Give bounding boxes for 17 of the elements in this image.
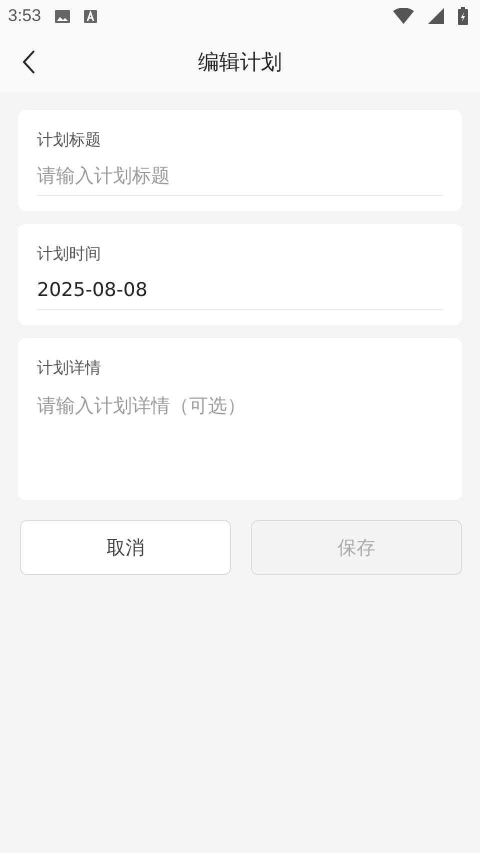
signal-icon bbox=[428, 8, 444, 24]
form-field[interactable]: 计划时间 2025-08-08 bbox=[18, 224, 462, 325]
wifi-icon bbox=[393, 8, 414, 24]
image-icon bbox=[55, 10, 70, 22]
back-icon bbox=[22, 49, 36, 75]
battery-icon bbox=[458, 7, 468, 25]
field-label: 计划时间 bbox=[37, 244, 102, 265]
field-label: 计划详情 bbox=[37, 358, 102, 379]
font-icon bbox=[84, 10, 98, 22]
form-field[interactable]: 计划标题 请输入计划标题 bbox=[18, 110, 462, 211]
input-field[interactable]: 请输入计划标题 bbox=[37, 161, 443, 196]
cancel-button[interactable]: 取消 bbox=[20, 520, 231, 575]
status-time: 3:53 bbox=[8, 6, 42, 26]
page-title: 编辑计划 bbox=[198, 49, 282, 76]
field-label: 计划标题 bbox=[37, 130, 102, 151]
form-field[interactable]: 计划详情 请输入计划详情（可选） bbox=[18, 338, 462, 500]
input-field[interactable]: 2025-08-08 bbox=[37, 275, 443, 310]
